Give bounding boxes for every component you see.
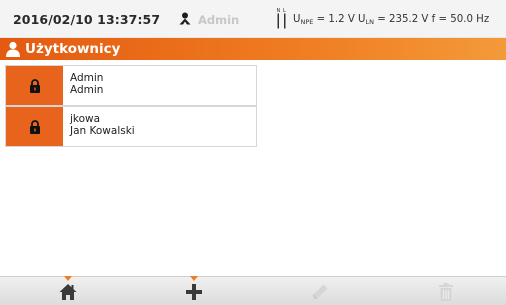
- current-user-name: Admin: [198, 13, 240, 27]
- page-title: Użytkownicy: [25, 41, 121, 57]
- lock-indicator: [6, 66, 63, 105]
- user-full-name: Admin: [70, 84, 104, 96]
- home-icon: [59, 283, 77, 300]
- title-bar: Użytkownicy: [0, 38, 506, 60]
- active-marker: [64, 276, 72, 281]
- user-login: jkowa: [70, 113, 101, 125]
- unpe-sub: NPE: [300, 18, 314, 26]
- nl-l-letter: L: [283, 8, 286, 14]
- measurement-readout: UNPE = 1.2 V ULN = 235.2 V f = 50.0 Hz: [293, 14, 489, 26]
- lock-indicator: [6, 107, 63, 146]
- uln-label: U: [358, 14, 366, 25]
- nl-n-letter: N: [277, 8, 281, 14]
- frequency-value: f = 50.0 Hz: [431, 14, 490, 25]
- user-icon: [6, 41, 20, 57]
- delete-user-button[interactable]: [416, 277, 476, 305]
- user-list-item[interactable]: jkowa Jan Kowalski: [5, 106, 257, 147]
- uln-value: = 235.2 V: [377, 14, 429, 25]
- plus-icon: [186, 283, 202, 300]
- datetime: 2016/02/10 13:37:57: [13, 12, 161, 27]
- lock-icon: [29, 78, 40, 93]
- add-user-button[interactable]: [164, 276, 224, 305]
- user-info: jkowa Jan Kowalski: [70, 113, 135, 137]
- user-full-name: Jan Kowalski: [70, 125, 135, 137]
- edit-user-button[interactable]: [290, 277, 350, 305]
- pencil-icon: [312, 284, 328, 299]
- status-bar: 2016/02/10 13:37:57 Admin N L U NPE = 1.2…: [0, 0, 506, 38]
- user-icon: [179, 12, 191, 25]
- uln-sub: LN: [365, 18, 374, 26]
- home-button[interactable]: [38, 276, 98, 305]
- lock-icon: [29, 119, 40, 134]
- user-list-item[interactable]: Admin Admin: [5, 65, 257, 106]
- bottom-toolbar: [0, 276, 506, 305]
- unpe-value: = 1.2 V: [316, 14, 355, 25]
- active-marker: [190, 276, 198, 281]
- nl-terminal-icon: N L: [277, 8, 286, 29]
- user-info: Admin Admin: [70, 72, 103, 96]
- trash-icon: [439, 282, 453, 301]
- user-login: Admin: [70, 72, 104, 84]
